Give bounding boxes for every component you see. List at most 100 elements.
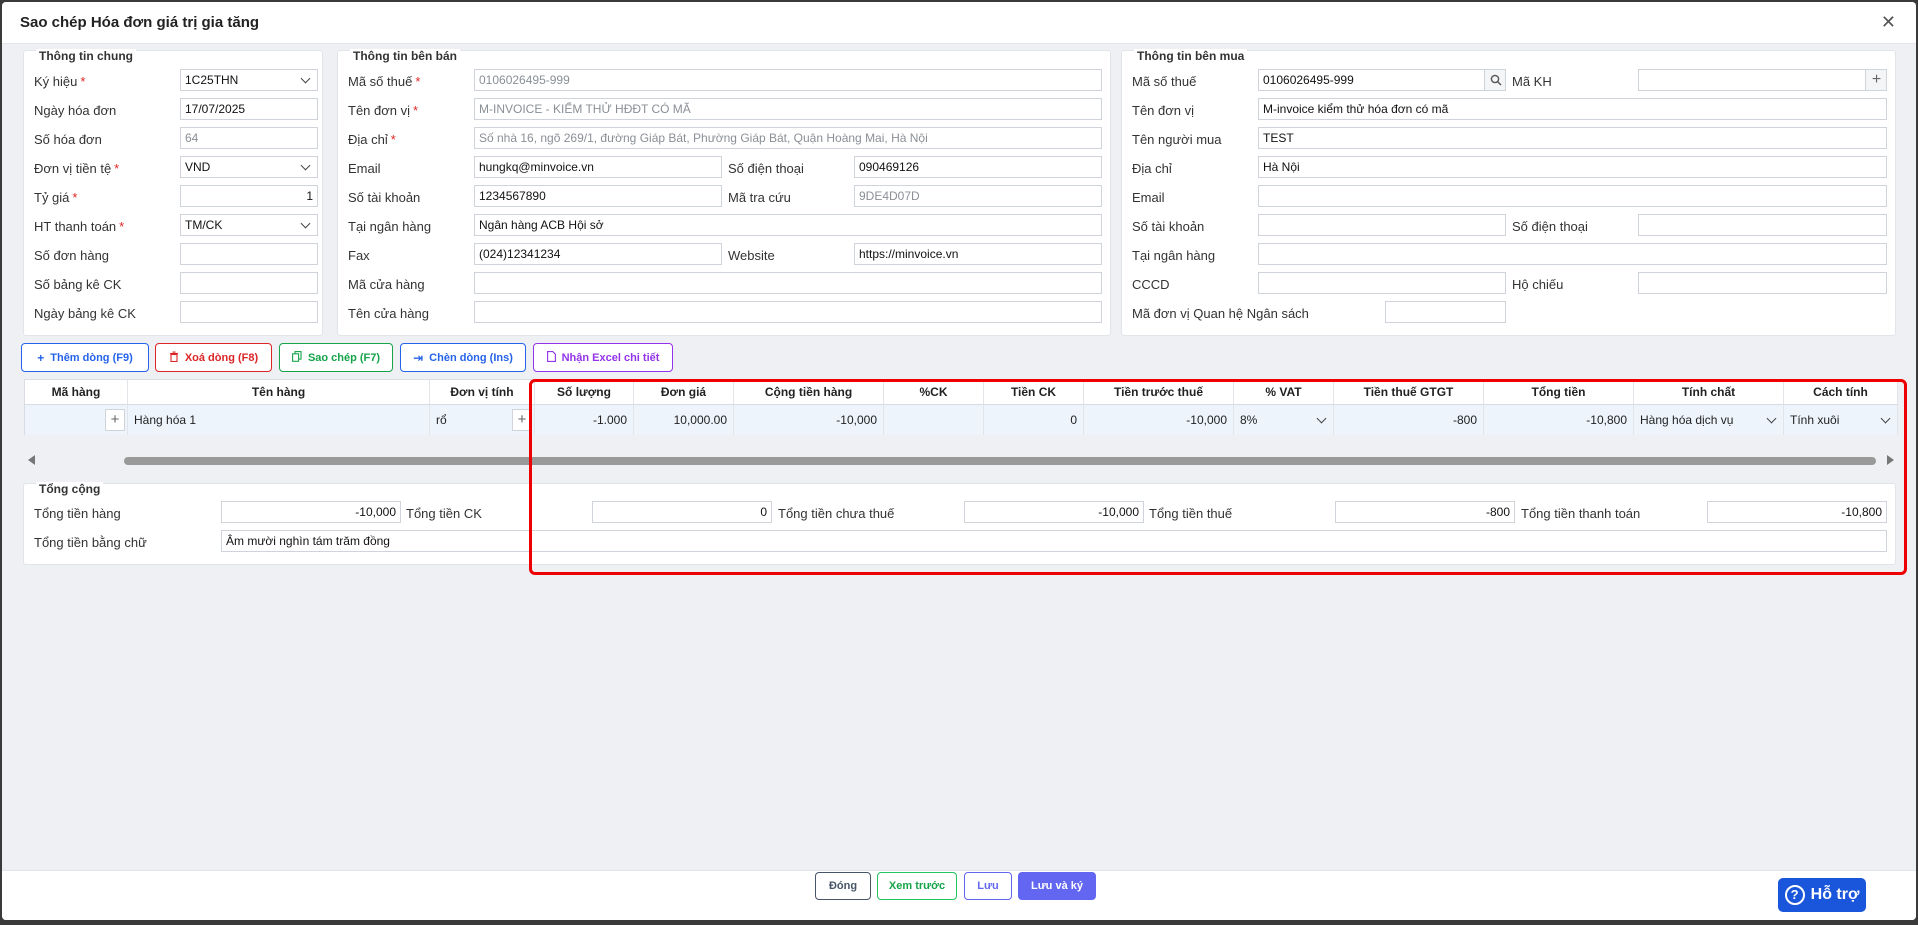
save-and-sign-button[interactable]: Lưu và ký [1018, 872, 1096, 900]
store-code-input[interactable] [474, 272, 1102, 294]
statement-date-input[interactable] [180, 301, 318, 323]
symbol-select[interactable]: 1C25THN [180, 69, 318, 91]
buyer-email-input[interactable] [1258, 185, 1887, 207]
vat-rate-select[interactable]: 8% [1234, 405, 1334, 435]
order-number-input[interactable] [180, 243, 318, 265]
column-header[interactable]: Tổng tiền [1484, 380, 1634, 405]
insert-row-button[interactable]: ⇥ Chèn dòng (Ins) [400, 343, 526, 372]
chevron-down-icon [300, 218, 311, 229]
label: Số hóa đơn [34, 132, 102, 147]
citizen-id-input[interactable] [1258, 272, 1506, 294]
currency-select[interactable]: VND [180, 156, 318, 178]
add-row-button[interactable]: + Thêm dòng (F9) [21, 343, 149, 372]
discount-amount-cell[interactable]: 0 [984, 405, 1084, 435]
delete-row-button[interactable]: Xoá dòng (F8) [155, 343, 272, 372]
file-icon [546, 350, 556, 365]
column-header[interactable]: Tiền trước thuế [1084, 380, 1234, 405]
column-header[interactable]: Tên hàng [128, 380, 430, 405]
amount-cell[interactable]: -10,000 [734, 405, 884, 435]
import-excel-button[interactable]: Nhận Excel chi tiết [533, 343, 673, 372]
column-header[interactable]: Số lượng [535, 380, 634, 405]
close-button[interactable]: Đóng [815, 872, 871, 900]
scroll-left-icon[interactable] [28, 455, 36, 465]
totals-panel: Tổng cộng Tổng tiền hàng -10,000 Tổng ti… [23, 482, 1896, 565]
help-button[interactable]: ? Hỗ trợ [1778, 878, 1866, 912]
seller-name-input: M-INVOICE - KIỂM THỬ HĐĐT CÓ MÃ [474, 98, 1102, 120]
close-icon[interactable]: ✕ [1881, 12, 1896, 33]
column-header[interactable]: Mã hàng [25, 380, 128, 405]
unit-cell[interactable]: rổ + [430, 405, 535, 435]
plus-icon[interactable]: + [105, 409, 125, 431]
total-discount-input[interactable]: 0 [592, 501, 772, 523]
buyer-person-input[interactable]: TEST [1258, 127, 1887, 149]
buyer-phone-input[interactable] [1638, 214, 1887, 236]
horizontal-scrollbar[interactable] [24, 454, 1898, 466]
invoice-date-input[interactable]: 17/07/2025 [180, 98, 318, 120]
plus-icon[interactable]: + [1865, 70, 1886, 90]
buyer-bank-input[interactable] [1258, 243, 1887, 265]
pre-tax-cell[interactable]: -10,000 [1084, 405, 1234, 435]
seller-phone-input[interactable]: 090469126 [854, 156, 1102, 178]
item-name-cell[interactable]: Hàng hóa 1 [128, 405, 430, 435]
unit-price-cell[interactable]: 10,000.00 [634, 405, 734, 435]
label: Tên đơn vị * [348, 103, 419, 118]
label: Tên đơn vị [1132, 103, 1194, 118]
calc-method-select[interactable]: Tính xuôi [1784, 405, 1898, 435]
label: Mã số thuế [1132, 74, 1197, 89]
seller-fax-input[interactable]: (024)12341234 [474, 243, 722, 265]
passport-input[interactable] [1638, 272, 1887, 294]
column-header[interactable]: Cộng tiền hàng [734, 380, 884, 405]
customer-code-input[interactable]: + [1638, 69, 1887, 91]
panel-title: Thông tin bên mua [1134, 49, 1248, 63]
save-button[interactable]: Lưu [964, 872, 1012, 900]
search-icon[interactable] [1484, 70, 1505, 90]
exchange-rate-input[interactable]: 1 [180, 185, 318, 207]
copy-row-button[interactable]: Sao chép (F7) [279, 343, 393, 372]
buyer-tax-code-input[interactable]: 0106026495-999 [1258, 69, 1506, 91]
buyer-name-input[interactable]: M-invoice kiểm thử hóa đơn có mã [1258, 98, 1887, 120]
column-header[interactable]: % VAT [1234, 380, 1334, 405]
seller-email-input[interactable]: hungkq@minvoice.vn [474, 156, 722, 178]
total-cell[interactable]: -10,800 [1484, 405, 1634, 435]
seller-tax-code-input: 0106026495-999 [474, 69, 1102, 91]
scroll-right-icon[interactable] [1886, 455, 1894, 465]
payment-method-select[interactable]: TM/CK [180, 214, 318, 236]
column-header[interactable]: Đơn giá [634, 380, 734, 405]
total-payment-input[interactable]: -10,800 [1707, 501, 1887, 523]
column-header[interactable]: Tiền thuế GTGT [1334, 380, 1484, 405]
column-header[interactable]: Cách tính [1784, 380, 1898, 405]
chevron-down-icon [300, 73, 311, 84]
statement-number-input[interactable] [180, 272, 318, 294]
label: Ngày hóa đơn [34, 103, 117, 118]
chevron-down-icon [1880, 413, 1891, 424]
seller-bank-input[interactable]: Ngân hàng ACB Hội sở [474, 214, 1102, 236]
label: Tổng tiền thanh toán [1521, 506, 1641, 521]
vat-amount-cell[interactable]: -800 [1334, 405, 1484, 435]
column-header[interactable]: Tiền CK [984, 380, 1084, 405]
quantity-cell[interactable]: -1.000 [535, 405, 634, 435]
column-header[interactable]: Tính chất [1634, 380, 1784, 405]
amount-in-words-input[interactable]: Âm mười nghìn tám trăm đồng [221, 530, 1887, 552]
nature-select[interactable]: Hàng hóa dịch vụ [1634, 405, 1784, 435]
plus-icon[interactable]: + [512, 409, 532, 431]
total-goods-input[interactable]: -10,000 [221, 501, 401, 523]
seller-account-input[interactable]: 1234567890 [474, 185, 722, 207]
seller-website-input[interactable]: https://minvoice.vn [854, 243, 1102, 265]
label: Tỷ giá * [34, 190, 78, 205]
buyer-account-input[interactable] [1258, 214, 1506, 236]
label: Tổng tiền chưa thuế [778, 506, 895, 521]
item-code-cell[interactable]: + [25, 405, 128, 435]
label: HT thanh toán * [34, 219, 125, 234]
buyer-address-input[interactable]: Hà Nội [1258, 156, 1887, 178]
column-header[interactable]: %CK [884, 380, 984, 405]
total-pre-tax-input[interactable]: -10,000 [964, 501, 1144, 523]
scrollbar-thumb[interactable] [124, 457, 1876, 465]
budget-unit-code-input[interactable] [1385, 301, 1506, 323]
store-name-input[interactable] [474, 301, 1102, 323]
label: Số đơn hàng [34, 248, 110, 263]
column-header[interactable]: Đơn vị tính [430, 380, 535, 405]
total-tax-input[interactable]: -800 [1335, 501, 1515, 523]
preview-button[interactable]: Xem trước [877, 872, 957, 900]
footer-bar [2, 870, 1916, 920]
discount-pct-cell[interactable] [884, 405, 984, 435]
